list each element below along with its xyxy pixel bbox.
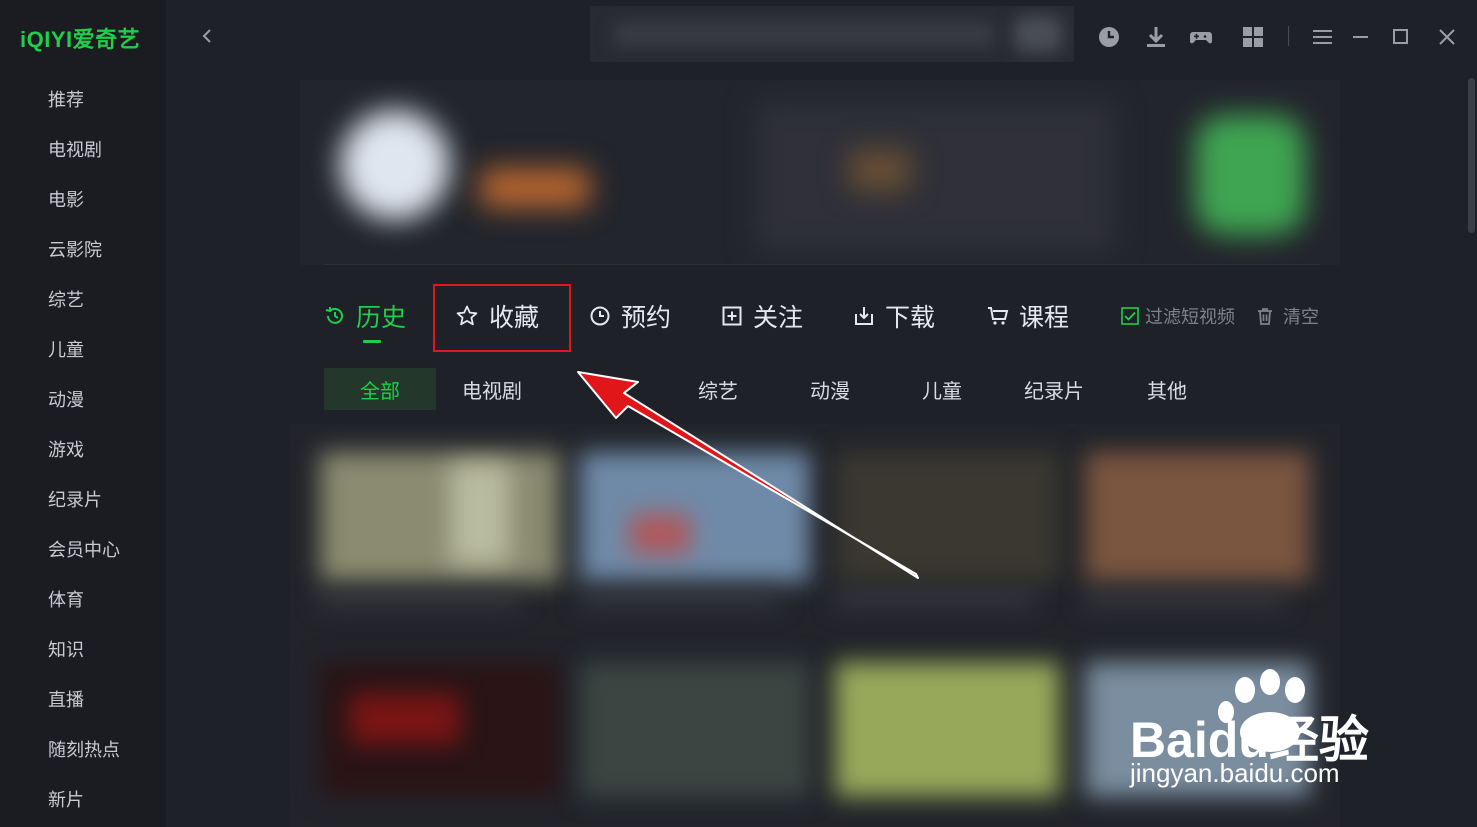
video-thumbnail[interactable] [580,662,810,797]
gamepad-icon[interactable] [1188,24,1214,50]
sidebar-item-live[interactable]: 直播 [48,686,84,712]
sidebar-item-sports[interactable]: 体育 [48,586,84,612]
menu-icon[interactable] [1310,24,1336,50]
category-documentary[interactable]: 纪录片 [998,368,1110,410]
tab-download-label: 下载 [885,303,936,332]
sidebar-item-anime[interactable]: 动漫 [48,386,84,412]
video-thumbnail[interactable] [1085,452,1310,582]
sidebar-item-recommend[interactable]: 推荐 [48,86,84,112]
back-arrow-icon[interactable] [196,22,220,50]
clock-icon [590,306,610,326]
clear-button[interactable]: 清空 [1255,303,1319,329]
app-logo[interactable]: iQIYI爱奇艺 [20,22,140,54]
category-all[interactable]: 全部 [324,368,436,410]
history-tab-icon [325,307,343,324]
tab-reservations-label: 预约 [621,303,672,332]
clear-label: 清空 [1283,307,1319,328]
sidebar-item-games[interactable]: 游戏 [48,436,84,462]
apps-grid-icon[interactable] [1240,24,1266,50]
tab-follow[interactable]: 关注 [721,298,803,334]
download-tab-icon [855,307,873,325]
tab-history-label: 历史 [356,303,407,332]
category-variety[interactable]: 综艺 [662,368,774,410]
tab-courses-label: 课程 [1019,303,1070,332]
trash-icon [1258,308,1272,325]
section-divider [324,264,1320,265]
tab-history[interactable]: 历史 [324,298,406,334]
watermark-url: jingyan.baidu.com [1130,758,1340,788]
video-thumbnail[interactable] [320,452,560,582]
download-icon[interactable] [1143,24,1169,50]
sidebar: iQIYI爱奇艺 推荐 电视剧 电影 云影院 综艺 儿童 动漫 游戏 纪录片 会… [0,0,166,827]
tab-courses[interactable]: 课程 [987,298,1069,334]
sidebar-item-cloud-cinema[interactable]: 云影院 [48,236,102,262]
app-window: iQIYI爱奇艺 推荐 电视剧 电影 云影院 综艺 儿童 动漫 游戏 纪录片 会… [0,0,1477,827]
search-bar[interactable] [590,6,1074,62]
maximize-icon[interactable] [1388,24,1414,50]
filter-short-video-label: 过滤短视频 [1145,307,1235,328]
category-kids[interactable]: 儿童 [886,368,998,410]
watermark: Baidu经验 jingyan.baidu.com [1130,660,1410,800]
video-thumbnail[interactable] [835,662,1060,797]
sidebar-item-tv-series[interactable]: 电视剧 [48,136,102,162]
toolbar-divider [1288,26,1289,46]
checkbox-checked-icon[interactable] [1121,307,1139,325]
annotation-highlight-box [433,284,571,352]
close-icon[interactable] [1434,24,1460,50]
history-icon[interactable] [1096,24,1122,50]
sidebar-item-kids[interactable]: 儿童 [48,336,84,362]
sidebar-item-hot-topics[interactable]: 随刻热点 [48,736,120,762]
tab-download[interactable]: 下载 [853,298,935,334]
category-movies[interactable] [549,368,661,410]
video-thumbnail[interactable] [580,452,810,582]
category-anime[interactable]: 动漫 [774,368,886,410]
recent-banner [300,80,1340,265]
sidebar-item-variety[interactable]: 综艺 [48,286,84,312]
scrollbar-thumb[interactable] [1468,78,1475,233]
sidebar-item-documentary[interactable]: 纪录片 [48,486,102,512]
sidebar-item-new-releases[interactable]: 新片 [48,786,84,812]
minimize-icon[interactable] [1348,24,1374,50]
tab-follow-label: 关注 [753,303,804,332]
category-tv-series[interactable]: 电视剧 [436,368,548,410]
follow-icon [722,306,742,326]
video-thumbnail[interactable] [835,452,1060,582]
sidebar-item-vip-center[interactable]: 会员中心 [48,536,120,562]
category-other[interactable]: 其他 [1111,368,1223,410]
filter-short-video-toggle[interactable]: 过滤短视频 [1121,303,1235,329]
cart-icon [988,307,1009,325]
sidebar-item-movies[interactable]: 电影 [48,186,84,212]
tab-reservations[interactable]: 预约 [589,298,671,334]
sidebar-item-knowledge[interactable]: 知识 [48,636,84,662]
active-tab-indicator [363,340,381,343]
